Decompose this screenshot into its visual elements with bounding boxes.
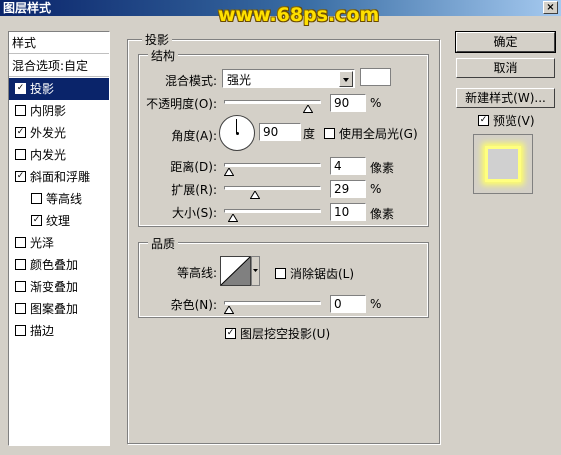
cancel-button[interactable]: 取消	[456, 58, 555, 78]
style-item-checkbox[interactable]: ✓	[15, 127, 26, 138]
angle-unit: 度	[303, 127, 316, 141]
angle-dial[interactable]	[219, 115, 255, 151]
noise-thumb[interactable]	[223, 303, 235, 317]
style-item[interactable]: ✓ 斜面和浮雕	[9, 166, 109, 188]
distance-field[interactable]: 4	[330, 157, 366, 175]
size-thumb[interactable]	[227, 211, 238, 225]
quality-title: 品质	[148, 235, 179, 252]
blend-mode-label: 混合模式:	[164, 74, 217, 88]
close-button[interactable]: ×	[543, 1, 558, 14]
style-item-label: 投影	[30, 82, 55, 96]
style-item-checkbox[interactable]	[15, 259, 26, 270]
style-item-checkbox[interactable]	[15, 281, 26, 292]
angle-field[interactable]: 90	[259, 123, 301, 141]
chevron-down-icon[interactable]	[339, 71, 353, 87]
style-item-checkbox[interactable]: ✓	[15, 171, 26, 182]
preview-label: 预览(V)	[493, 114, 535, 128]
style-item-label: 描边	[30, 324, 55, 338]
section-title: 投影	[142, 31, 173, 48]
style-item[interactable]: 内阴影	[9, 100, 109, 122]
noise-field[interactable]: 0	[330, 295, 366, 313]
style-item-checkbox[interactable]	[15, 237, 26, 248]
style-item[interactable]: 内发光	[9, 144, 109, 166]
style-item[interactable]: 颜色叠加	[9, 254, 109, 276]
angle-label: 角度(A):	[171, 129, 217, 143]
shadow-color-swatch[interactable]	[360, 68, 391, 86]
global-light-checkbox[interactable]	[324, 128, 335, 139]
watermark: www.68ps.com	[218, 4, 380, 26]
distance-thumb[interactable]	[223, 165, 235, 179]
style-item[interactable]: ✓ 纹理	[9, 210, 109, 232]
size-slider-track[interactable]	[224, 209, 321, 213]
contour-picker[interactable]	[220, 256, 260, 286]
blend-mode-select[interactable]: 强光	[222, 69, 355, 88]
style-item-label: 图案叠加	[30, 302, 79, 316]
style-item-label: 内发光	[30, 148, 67, 162]
opacity-label: 不透明度(O):	[146, 97, 217, 111]
opacity-field[interactable]: 90	[330, 94, 366, 112]
style-item-label: 光泽	[30, 236, 55, 250]
style-item[interactable]: 图案叠加	[9, 298, 109, 320]
global-light-toggle[interactable]: 使用全局光(G)	[324, 125, 418, 142]
ok-button[interactable]: 确定	[455, 31, 556, 53]
spread-field[interactable]: 29	[330, 180, 366, 198]
opacity-thumb[interactable]	[302, 102, 314, 116]
style-item-label: 内阴影	[30, 104, 67, 118]
style-item[interactable]: ✓ 投影	[9, 78, 109, 100]
style-item-label: 外发光	[30, 126, 67, 140]
style-item[interactable]: 渐变叠加	[9, 276, 109, 298]
style-item-checkbox[interactable]: ✓	[15, 83, 26, 94]
preview-toggle[interactable]: ✓ 预览(V)	[478, 112, 535, 129]
noise-label: 杂色(N):	[170, 298, 217, 312]
style-item-label: 纹理	[46, 214, 71, 228]
style-item[interactable]: 等高线	[9, 188, 109, 210]
global-light-label: 使用全局光(G)	[339, 127, 418, 141]
blend-mode-value: 强光	[227, 73, 252, 87]
noise-unit: %	[370, 297, 382, 311]
knockout-toggle[interactable]: ✓ 图层挖空投影(U)	[225, 325, 330, 342]
size-unit: 像素	[370, 207, 395, 221]
spread-slider-track[interactable]	[224, 186, 321, 190]
anti-alias-checkbox[interactable]	[275, 268, 286, 279]
distance-unit: 像素	[370, 161, 395, 175]
style-item-label: 斜面和浮雕	[30, 170, 91, 184]
styles-list: 样式 混合选项:自定 ✓ 投影内阴影 ✓ 外发光内发光 ✓ 斜面和浮雕等高线 ✓ 纹理光泽颜色…	[8, 31, 110, 446]
noise-slider-track[interactable]	[224, 301, 321, 305]
style-item-checkbox[interactable]	[31, 193, 42, 204]
style-item-checkbox[interactable]	[15, 149, 26, 160]
preview-thumbnail	[473, 134, 533, 194]
style-item-label: 等高线	[46, 192, 83, 206]
style-item-checkbox[interactable]	[15, 303, 26, 314]
style-item-checkbox[interactable]	[15, 325, 26, 336]
window-title: 图层样式	[3, 1, 52, 15]
distance-slider-track[interactable]	[224, 163, 321, 167]
knockout-label: 图层挖空投影(U)	[240, 327, 331, 341]
distance-label: 距离(D):	[170, 160, 217, 174]
blend-options-item[interactable]: 混合选项:自定	[9, 55, 109, 77]
knockout-checkbox[interactable]: ✓	[225, 328, 236, 339]
style-item-checkbox[interactable]	[15, 105, 26, 116]
new-style-button[interactable]: 新建样式(W)...	[456, 88, 555, 108]
size-label: 大小(S):	[171, 206, 217, 220]
style-item-checkbox[interactable]: ✓	[31, 215, 42, 226]
style-item-label: 渐变叠加	[30, 280, 79, 294]
anti-alias-label: 消除锯齿(L)	[290, 267, 355, 281]
spread-label: 扩展(R):	[171, 183, 217, 197]
structure-title: 结构	[148, 47, 179, 64]
contour-icon[interactable]	[220, 256, 260, 286]
style-item-label: 颜色叠加	[30, 258, 79, 272]
size-field[interactable]: 10	[330, 203, 366, 221]
anti-alias-toggle[interactable]: 消除锯齿(L)	[275, 265, 354, 282]
style-item[interactable]: 光泽	[9, 232, 109, 254]
style-item[interactable]: ✓ 外发光	[9, 122, 109, 144]
preview-checkbox[interactable]: ✓	[478, 115, 489, 126]
spread-unit: %	[370, 182, 382, 196]
style-item[interactable]: 描边	[9, 320, 109, 342]
contour-label: 等高线:	[176, 266, 217, 280]
styles-header[interactable]: 样式	[9, 32, 109, 54]
opacity-unit: %	[370, 96, 382, 110]
spread-thumb[interactable]	[249, 188, 260, 202]
